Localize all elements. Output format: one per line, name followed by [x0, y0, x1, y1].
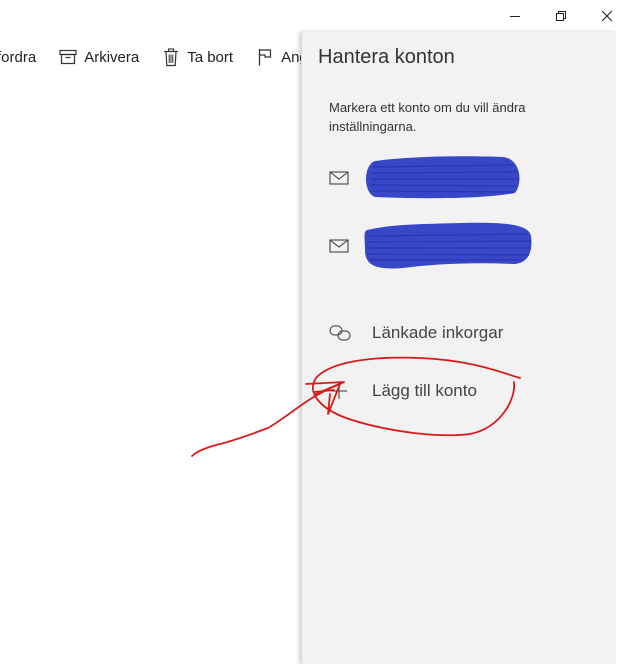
- redacted-account-name: [366, 156, 520, 199]
- forward-label: fordra: [0, 48, 37, 66]
- account-item[interactable]: [329, 156, 589, 199]
- linked-inboxes-button[interactable]: Länkade inkorgar: [329, 318, 503, 348]
- flag-button[interactable]: Ang: [255, 47, 305, 67]
- linked-inboxes-label: Länkade inkorgar: [372, 323, 504, 342]
- archive-icon: [58, 47, 78, 67]
- minimize-icon: [510, 16, 520, 17]
- redacted-account-name: [364, 222, 532, 269]
- panel-hint: Markera ett konto om du vill ändra instä…: [329, 100, 526, 134]
- panel-title: Hantera konton: [318, 46, 455, 68]
- account-item[interactable]: [329, 222, 589, 269]
- archive-label: Arkivera: [84, 48, 140, 66]
- restore-button[interactable]: [538, 0, 584, 32]
- close-button[interactable]: [584, 0, 630, 32]
- delete-button[interactable]: Ta bort: [161, 47, 233, 67]
- trash-icon: [161, 47, 181, 67]
- flag-icon: [255, 47, 275, 67]
- mail-icon: [329, 171, 349, 185]
- link-icon: [329, 323, 355, 343]
- plus-icon: [329, 381, 355, 401]
- archive-button[interactable]: Arkivera: [58, 47, 139, 67]
- restore-icon: [556, 11, 566, 21]
- window-edge: [616, 32, 630, 664]
- forward-button[interactable]: fordra: [0, 49, 36, 66]
- close-icon: [601, 10, 613, 22]
- add-account-label: Lägg till konto: [372, 381, 477, 400]
- manage-accounts-panel: Hantera konton Markera ett konto om du v…: [301, 32, 617, 664]
- add-account-button[interactable]: Lägg till konto: [329, 376, 477, 406]
- minimize-button[interactable]: [492, 0, 538, 32]
- mail-toolbar: fordra Arkivera Ta bort An: [0, 40, 305, 74]
- window-controls: [492, 0, 630, 32]
- mail-icon: [329, 239, 349, 253]
- delete-label: Ta bort: [187, 48, 234, 66]
